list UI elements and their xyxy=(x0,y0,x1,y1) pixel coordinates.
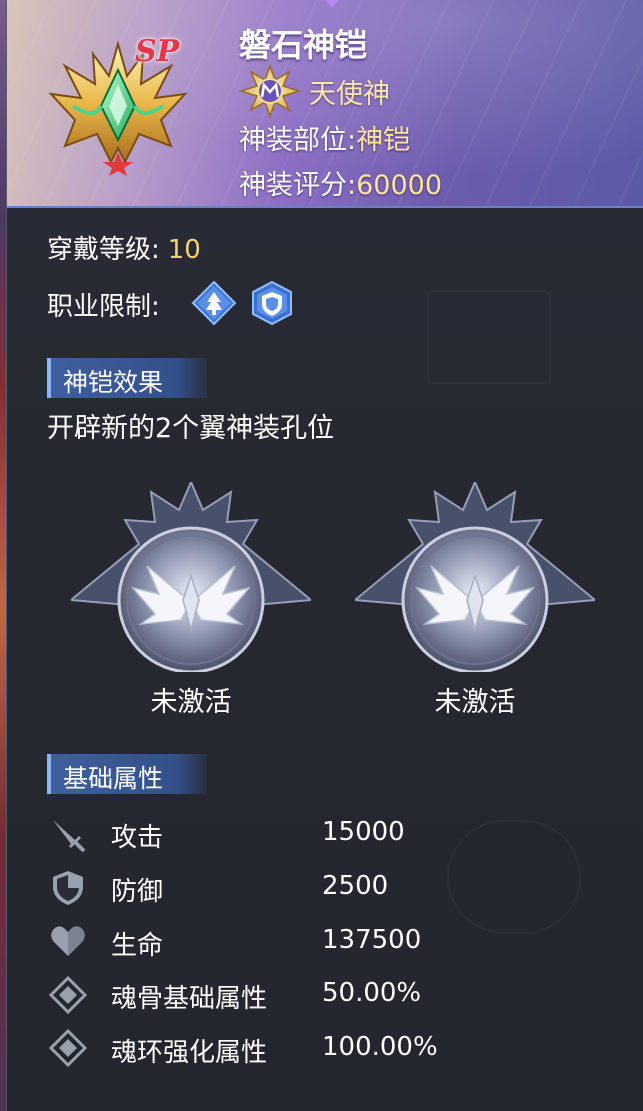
armor-effect-title: 神铠效果 xyxy=(63,368,164,397)
attribute-value: 137500 xyxy=(322,925,422,955)
sp-badge: SP xyxy=(135,34,180,69)
level-value: 10 xyxy=(167,235,201,265)
god-type-label: 天使神 xyxy=(309,79,390,110)
item-name: 磐石神铠 xyxy=(239,26,368,64)
base-attributes-section-tag: 基础属性 xyxy=(47,754,207,794)
level-label: 穿戴等级: xyxy=(47,235,160,265)
diamond-icon xyxy=(49,1029,87,1067)
attribute-name: 攻击 xyxy=(111,823,164,853)
attack-class-icon[interactable] xyxy=(191,280,237,326)
wing-socket-icon[interactable] xyxy=(355,482,595,672)
attribute-value: 2500 xyxy=(322,871,389,901)
base-attributes-title: 基础属性 xyxy=(63,764,164,793)
socket-status-label: 未激活 xyxy=(434,687,516,718)
score-label: 神装评分: xyxy=(239,170,357,201)
class-requirement-label: 职业限制: xyxy=(47,292,160,322)
attribute-value: 15000 xyxy=(322,817,405,847)
attribute-value: 50.00% xyxy=(322,978,422,1008)
shield-icon xyxy=(53,871,83,905)
angel-god-badge-icon xyxy=(239,64,301,118)
diamond-icon xyxy=(49,976,87,1014)
background-decoration xyxy=(447,820,581,934)
attribute-name: 生命 xyxy=(111,931,164,961)
score-value: 60000 xyxy=(356,170,443,201)
heart-icon xyxy=(51,926,85,956)
slot-value: 神铠 xyxy=(356,125,411,156)
slot-row: 神装部位:神铠 xyxy=(239,118,410,157)
attribute-name: 魂骨基础属性 xyxy=(111,984,268,1014)
attribute-name: 防御 xyxy=(111,877,164,907)
background-decoration xyxy=(427,290,551,384)
attribute-name: 魂环强化属性 xyxy=(111,1038,268,1068)
sword-icon xyxy=(53,820,86,853)
defense-class-icon[interactable] xyxy=(249,280,295,326)
item-tooltip-panel: SP 磐石神铠 天使神 神装部位:神铠 神装评分:60000 穿戴等级: 10 职… xyxy=(6,0,643,1111)
armor-effect-description: 开辟新的2个翼神装孔位 xyxy=(47,413,335,444)
slot-label: 神装部位: xyxy=(239,125,357,156)
wing-socket-icon[interactable] xyxy=(71,482,311,672)
armor-effect-section-tag: 神铠效果 xyxy=(47,358,207,398)
level-requirement-row: 穿戴等级: 10 xyxy=(47,229,201,266)
score-row: 神装评分:60000 xyxy=(239,163,442,202)
attribute-value: 100.00% xyxy=(322,1032,438,1062)
socket-status-label: 未激活 xyxy=(150,687,232,718)
item-header: SP 磐石神铠 天使神 神装部位:神铠 神装评分:60000 xyxy=(7,0,643,208)
